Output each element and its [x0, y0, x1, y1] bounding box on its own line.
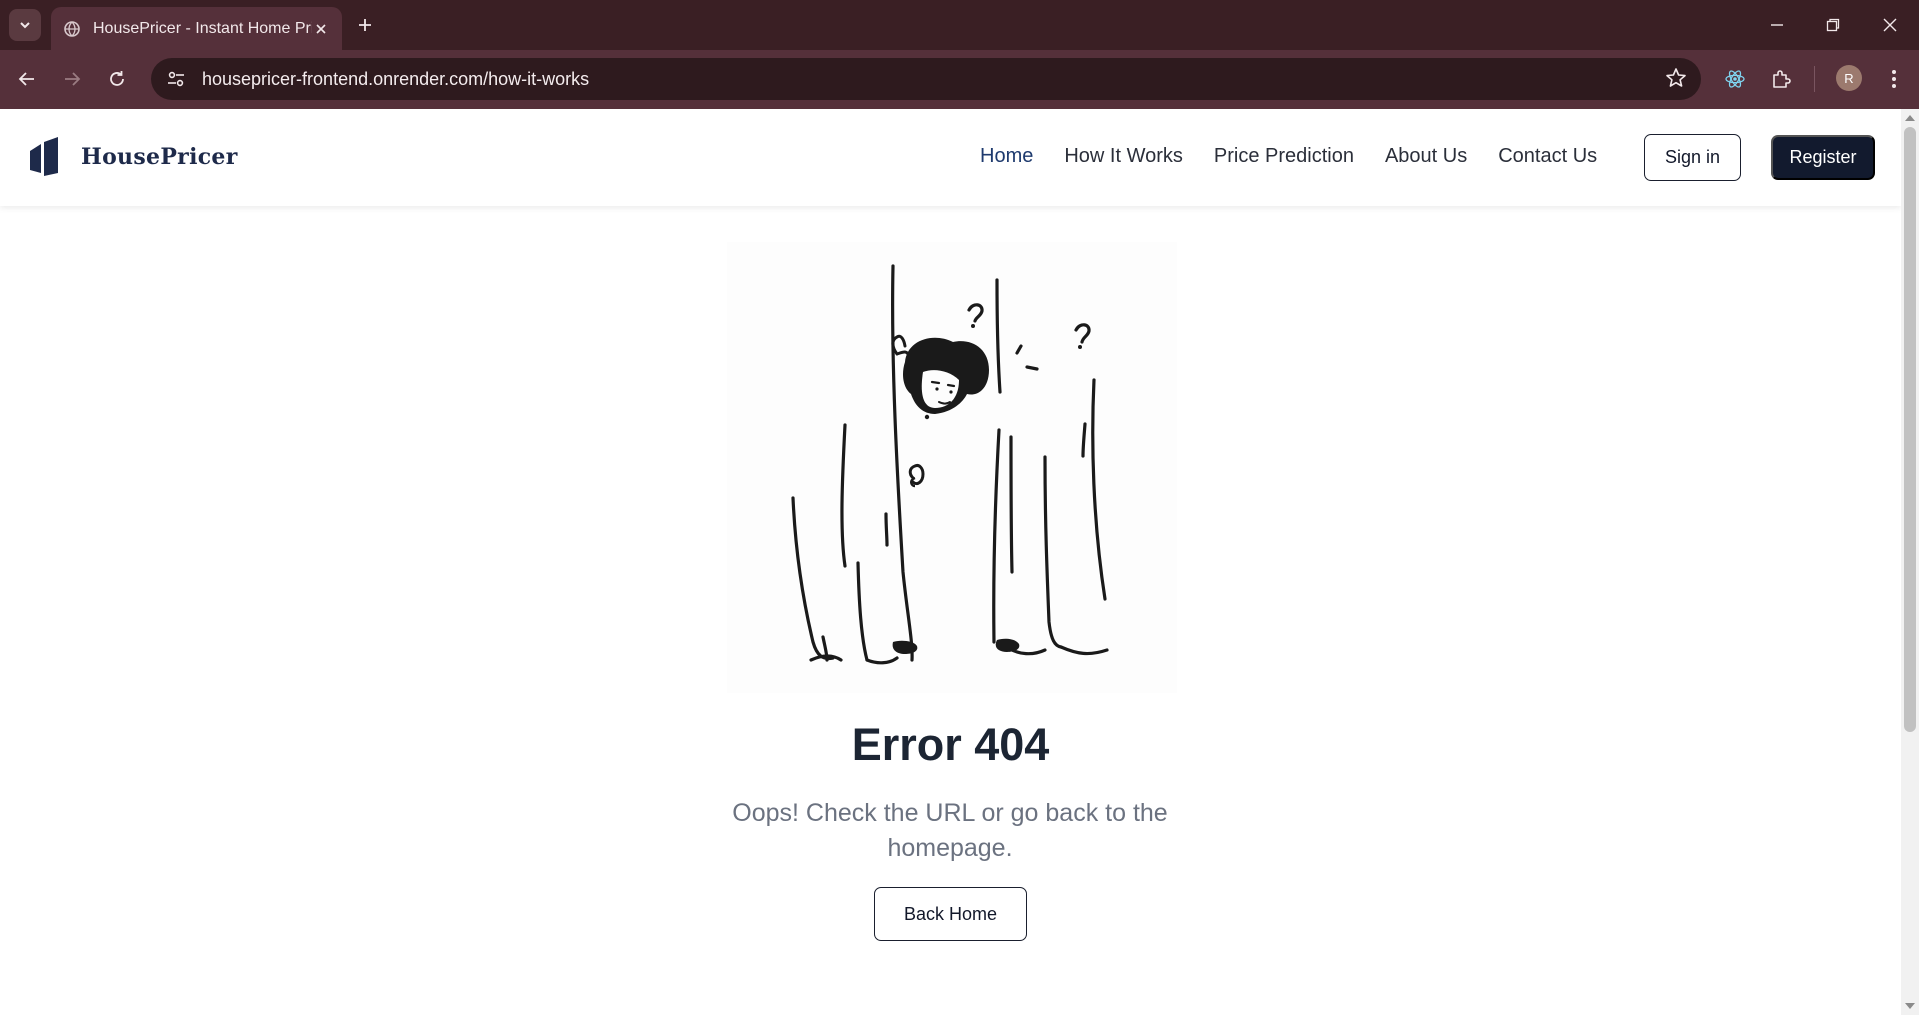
register-button[interactable]: Register	[1771, 135, 1875, 180]
brand-logo[interactable]: HousePricer	[27, 137, 238, 177]
scroll-up-arrow-icon[interactable]	[1905, 115, 1915, 121]
nav-about-us[interactable]: About Us	[1385, 145, 1467, 168]
close-tab-icon[interactable]	[312, 20, 330, 38]
reload-button[interactable]	[100, 62, 134, 96]
reload-icon	[110, 71, 124, 86]
site-info-icon[interactable]	[155, 58, 197, 100]
error-message: Oops! Check the URL or go back to the ho…	[732, 799, 1168, 862]
nav-contact-us[interactable]: Contact Us	[1498, 145, 1597, 168]
arrow-right-icon	[65, 72, 81, 86]
back-button[interactable]	[10, 62, 44, 96]
extensions-puzzle-icon[interactable]	[1765, 63, 1797, 95]
page-scrollbar[interactable]	[1901, 109, 1919, 1015]
profile-avatar[interactable]: R	[1836, 65, 1862, 91]
restore-icon	[1826, 18, 1840, 32]
react-devtools-icon[interactable]	[1719, 63, 1751, 95]
new-tab-button[interactable]	[352, 12, 378, 38]
site-header: HousePricer Home How It Works Price Pred…	[0, 109, 1901, 206]
page-viewport: HousePricer Home How It Works Price Pred…	[0, 109, 1901, 1015]
plus-icon	[359, 19, 371, 31]
more-menu-icon[interactable]	[1878, 63, 1910, 95]
globe-icon	[63, 20, 81, 38]
forward-button[interactable]	[55, 62, 89, 96]
main-navigation: Home How It Works Price Prediction About…	[980, 145, 1628, 168]
toolbar-divider	[1814, 66, 1815, 92]
chevron-down-icon	[20, 22, 30, 29]
tab-title: HousePricer - Instant Home Pric	[93, 19, 312, 37]
error-title: Error 404	[851, 719, 1050, 770]
scrollbar-thumb[interactable]	[1904, 127, 1916, 732]
url-text[interactable]: housepricer-frontend.onrender.com/how-it…	[202, 69, 589, 90]
nav-home[interactable]: Home	[980, 145, 1033, 168]
bookmark-star-icon[interactable]	[1665, 67, 1687, 94]
brand-name: HousePricer	[81, 144, 238, 170]
tab-search-button[interactable]	[9, 9, 41, 41]
back-home-button[interactable]: Back Home	[874, 887, 1027, 941]
restore-button[interactable]	[1818, 10, 1848, 40]
minimize-button[interactable]	[1762, 10, 1792, 40]
browser-tab-active[interactable]: HousePricer - Instant Home Pric	[51, 7, 342, 50]
browser-toolbar: housepricer-frontend.onrender.com/how-it…	[0, 50, 1919, 109]
nav-how-it-works[interactable]: How It Works	[1064, 145, 1183, 168]
sign-in-button[interactable]: Sign in	[1644, 134, 1741, 181]
arrow-left-icon	[18, 72, 34, 86]
building-logo-icon	[30, 137, 58, 176]
address-bar[interactable]: housepricer-frontend.onrender.com/how-it…	[151, 58, 1701, 100]
close-icon	[1883, 18, 1897, 32]
peeking-person-illustration	[727, 242, 1177, 693]
browser-tab-strip: HousePricer - Instant Home Pric	[0, 0, 1919, 50]
scroll-down-arrow-icon[interactable]	[1905, 1003, 1915, 1009]
minimize-icon	[1771, 24, 1783, 26]
close-window-button[interactable]	[1875, 10, 1905, 40]
nav-price-prediction[interactable]: Price Prediction	[1214, 145, 1354, 168]
